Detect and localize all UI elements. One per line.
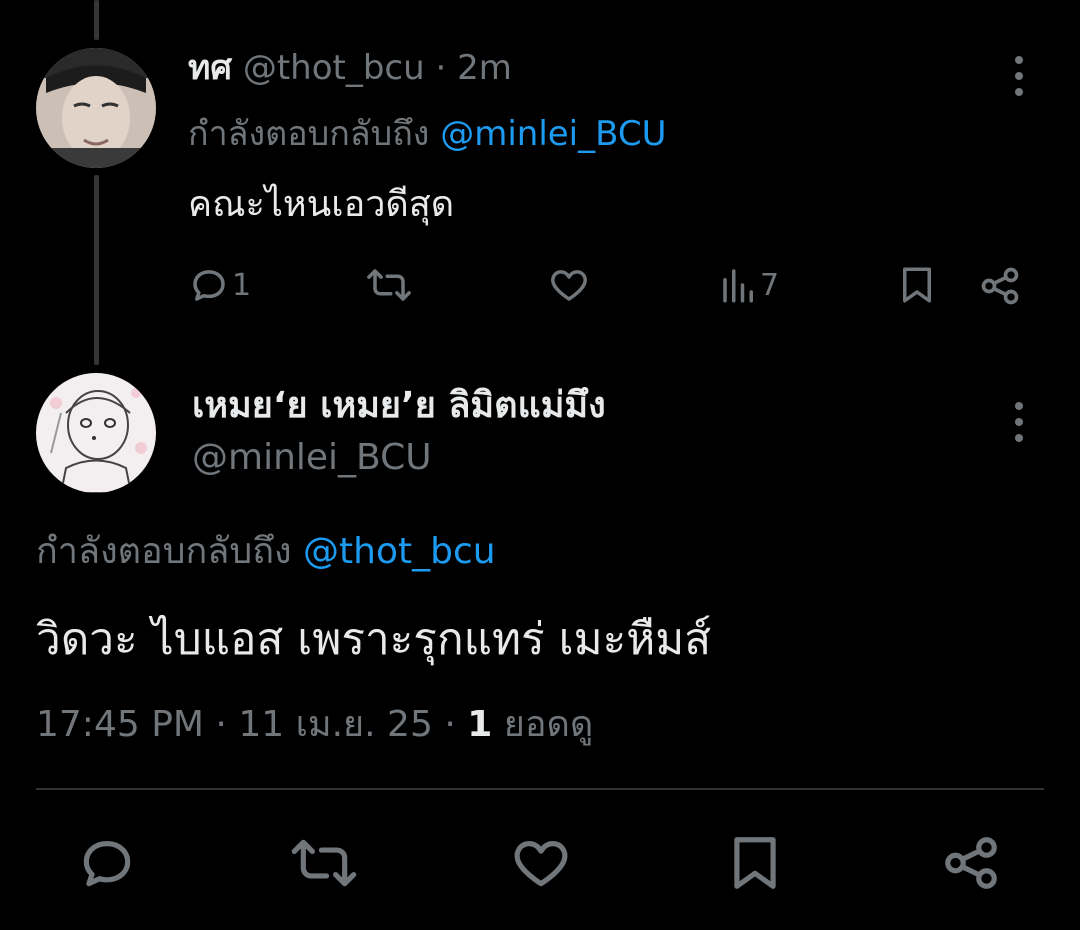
replying-prefix: กำลังตอบกลับถึง (188, 114, 430, 154)
handle[interactable]: @minlei_BCU (192, 434, 432, 482)
views-icon (723, 269, 753, 303)
views-button[interactable]: 7 (718, 264, 779, 306)
view-count: 7 (760, 267, 780, 303)
display-name[interactable]: เหมย‘ย เหมย’ย ลิมิตแม่มึง (192, 382, 606, 430)
like-icon (514, 841, 568, 887)
reply-icon (83, 841, 131, 887)
tweet1-action-bar: 1 7 (0, 260, 1080, 310)
separator: · (435, 48, 447, 88)
replying-to-link[interactable]: @minlei_BCU (440, 114, 666, 154)
share-icon (945, 837, 997, 889)
share-button[interactable] (978, 264, 1022, 308)
bookmark-button[interactable] (896, 264, 938, 306)
bookmark-icon (734, 837, 776, 889)
avatar-minlei-bcu[interactable] (36, 373, 156, 493)
retweet-icon (291, 839, 357, 887)
reply-button[interactable]: 1 (188, 264, 251, 306)
divider (36, 788, 1044, 790)
more-icon[interactable] (1015, 56, 1025, 104)
views-count: 1 (467, 704, 493, 745)
replying-to: กำลังตอบกลับถึง @thot_bcu (36, 528, 496, 576)
retweet-button[interactable] (366, 264, 412, 306)
bookmark-icon (903, 267, 931, 303)
reply-button[interactable] (76, 832, 138, 894)
avatar-thot-bcu[interactable] (36, 48, 156, 168)
tweet2-action-bar (0, 830, 1080, 894)
thread-connector-top (94, 0, 99, 40)
display-name[interactable]: ทศ (188, 48, 232, 88)
separator: · (215, 704, 227, 745)
retweet-button[interactable] (290, 832, 358, 894)
reply-count: 1 (232, 267, 252, 303)
reply-icon (193, 270, 225, 301)
share-button[interactable] (940, 832, 1002, 894)
like-button[interactable] (548, 264, 590, 306)
avatar-image (36, 48, 156, 168)
more-icon[interactable] (1015, 402, 1025, 450)
retweet-icon (367, 269, 411, 301)
avatar-image (36, 373, 156, 493)
like-icon (551, 270, 587, 301)
views-label: ยอดดู (503, 704, 594, 745)
tweet-text: คณะไหนเอวดีสุด (188, 184, 455, 225)
tweet1-header: ทศ @thot_bcu · 2m (188, 48, 512, 88)
tweet-date[interactable]: 11 เม.ย. 25 (238, 704, 433, 745)
tweet-meta: 17:45 PM · 11 เม.ย. 25 · 1 ยอดดู (36, 700, 593, 750)
tweet-time[interactable]: 17:45 PM (36, 704, 204, 745)
replying-prefix: กำลังตอบกลับถึง (36, 531, 292, 572)
replying-to-link[interactable]: @thot_bcu (303, 531, 496, 572)
timestamp[interactable]: 2m (457, 48, 512, 88)
like-button[interactable] (510, 832, 572, 894)
share-icon (981, 267, 1019, 305)
replying-to: กำลังตอบกลับถึง @minlei_BCU (188, 112, 666, 156)
tweet-text: วิดวะ ไบแอส เพราะรุกแทร่ เมะหืมส์ (36, 614, 712, 665)
handle[interactable]: @thot_bcu (243, 48, 425, 88)
bookmark-button[interactable] (724, 832, 786, 894)
thread-connector (94, 175, 99, 365)
separator: · (444, 704, 456, 745)
